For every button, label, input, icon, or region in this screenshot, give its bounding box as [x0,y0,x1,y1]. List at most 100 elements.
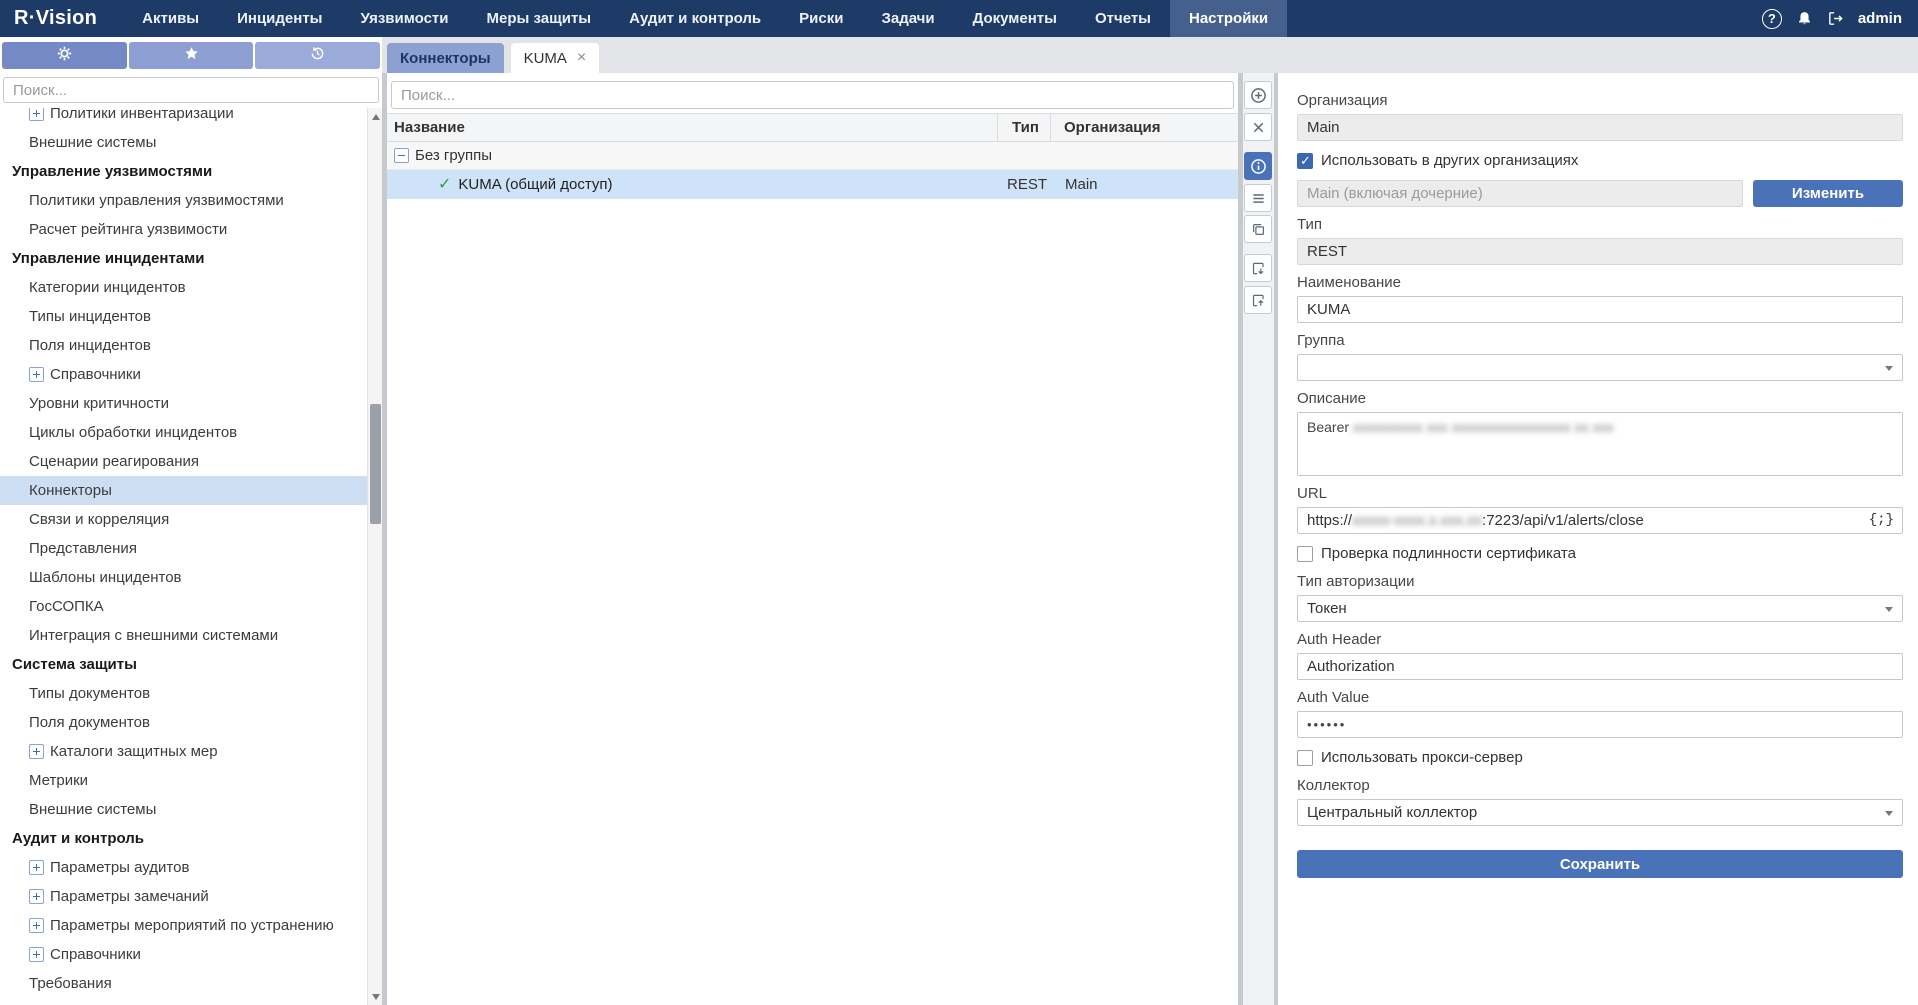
scroll-thumb[interactable] [370,404,381,524]
sidebar-item-24[interactable]: Внешние системы [0,795,367,824]
sidebar-item-8[interactable]: Поля инцидентов [0,331,367,360]
sidebar-item-21[interactable]: Поля документов [0,708,367,737]
nav-item-6[interactable]: Задачи [862,0,953,37]
expand-plus-icon[interactable] [29,947,44,962]
sidebar-item-27[interactable]: Параметры замечаний [0,882,367,911]
sidebar-item-9[interactable]: Справочники [0,360,367,389]
sidebar-item-label: Поля документов [29,714,150,731]
sidebar-item-23[interactable]: Метрики [0,766,367,795]
sidebar-item-3[interactable]: Политики управления уязвимостями [0,186,367,215]
settings-sidebar: Политики инвентаризацииВнешние системыУп… [0,37,382,1005]
sidebar-item-29[interactable]: Справочники [0,940,367,969]
logout-icon[interactable] [1827,10,1844,27]
collector-select[interactable]: Центральный коллектор [1297,799,1903,826]
expand-plus-icon[interactable] [29,918,44,933]
proxy-checkbox[interactable]: Использовать прокси-сервер [1297,749,1903,766]
sidebar-item-connectors[interactable]: Коннекторы [0,476,367,505]
sidebar-item-14[interactable]: Связи и корреляция [0,505,367,534]
sidebar-item-7[interactable]: Типы инцидентов [0,302,367,331]
sidebar-item-18[interactable]: Интеграция с внешними системами [0,621,367,650]
auth-value-input[interactable] [1297,711,1903,738]
help-icon[interactable]: ? [1762,9,1782,29]
description-textarea[interactable]: Bearer xxxxxxxxxx xxx xxxxxxxxxxxxxxxxx … [1297,412,1903,476]
paste-down-button[interactable] [1244,254,1272,282]
sidebar-item-20[interactable]: Типы документов [0,679,367,708]
column-header-type[interactable]: Тип [997,114,1050,141]
sidebar-item-26[interactable]: Параметры аудитов [0,853,367,882]
table-group-row[interactable]: Без группы [387,142,1238,170]
column-header-org[interactable]: Организация [1050,114,1238,141]
sidebar-item-4[interactable]: Расчет рейтинга уязвимости [0,215,367,244]
sidebar-item-11[interactable]: Циклы обработки инцидентов [0,418,367,447]
scroll-up-icon[interactable] [368,109,383,124]
expand-plus-icon[interactable] [29,860,44,875]
change-org-button[interactable]: Изменить [1753,180,1903,207]
nav-item-7[interactable]: Документы [954,0,1076,37]
gear-icon [57,46,72,65]
sidebar-item-15[interactable]: Представления [0,534,367,563]
list-button[interactable] [1244,184,1272,212]
expand-plus-icon[interactable] [29,367,44,382]
sidebar-item-label: Сценарии реагирования [29,453,199,470]
copy-button[interactable] [1244,215,1272,243]
sidebar-item-22[interactable]: Каталоги защитных мер [0,737,367,766]
sidebar-search-input[interactable] [3,77,379,103]
nav-item-0[interactable]: Активы [123,0,218,37]
sidebar-item-6[interactable]: Категории инцидентов [0,273,367,302]
connectors-search-input[interactable] [391,81,1234,109]
sidebar-item-label: Шаблоны инцидентов [29,569,182,586]
scroll-down-icon[interactable] [368,989,383,1004]
expand-plus-icon[interactable] [29,108,44,121]
tab-connectors[interactable]: Коннекторы [387,43,504,73]
nav-item-1[interactable]: Инциденты [218,0,341,37]
collapse-minus-icon[interactable] [394,148,409,163]
sidebar-item-1[interactable]: Внешние системы [0,128,367,157]
name-input[interactable] [1297,296,1903,323]
share-org-checkbox[interactable]: Использовать в других организациях [1297,152,1903,169]
sidebar-tab-history[interactable] [255,42,380,69]
expand-plus-icon[interactable] [29,744,44,759]
sidebar-item-label: Связи и корреляция [29,511,169,528]
checkbox-icon[interactable] [1297,546,1313,562]
nav-item-settings[interactable]: Настройки [1170,0,1287,37]
table-row[interactable]: ✓KUMA (общий доступ)RESTMain [387,170,1238,199]
sidebar-tab-star[interactable] [129,42,254,69]
nav-item-2[interactable]: Уязвимости [341,0,467,37]
tab-label: KUMA [524,50,567,67]
template-vars-icon[interactable]: {;} [1869,508,1894,533]
info-button[interactable] [1244,152,1272,180]
sidebar-item-10[interactable]: Уровни критичности [0,389,367,418]
tab-kuma[interactable]: KUMA × [511,43,600,73]
cert-verify-checkbox[interactable]: Проверка подлинности сертификата [1297,545,1903,562]
nav-item-5[interactable]: Риски [780,0,862,37]
sidebar-item-30[interactable]: Требования [0,969,367,998]
close-button[interactable] [1244,113,1272,141]
checkbox-icon[interactable] [1297,750,1313,766]
auth-type-select[interactable]: Токен [1297,595,1903,622]
expand-plus-icon[interactable] [29,889,44,904]
url-input[interactable]: https://xxxxx-xxxx.x.xxx.xx:7223/api/v1/… [1297,507,1903,534]
column-header-name[interactable]: Название [387,119,997,136]
save-button[interactable]: Сохранить [1297,850,1903,878]
notifications-bell-icon[interactable] [1796,10,1813,27]
description-visible: Bearer [1307,419,1349,435]
connector-details-panel: Организация Main Использовать в других о… [1278,73,1918,1005]
sidebar-item-16[interactable]: Шаблоны инцидентов [0,563,367,592]
sidebar-scrollbar[interactable] [367,108,382,1005]
sidebar-item-28[interactable]: Параметры мероприятий по устранению [0,911,367,940]
paste-up-button[interactable] [1244,286,1272,314]
close-tab-icon[interactable]: × [577,50,586,66]
checkbox-icon[interactable] [1297,153,1313,169]
sidebar-item-0[interactable]: Политики инвентаризации [0,108,367,128]
add-circle-button[interactable] [1244,81,1272,109]
auth-type-label: Тип авторизации [1297,573,1903,590]
sidebar-item-17[interactable]: ГосСОПКА [0,592,367,621]
nav-item-3[interactable]: Меры защиты [468,0,611,37]
sidebar-tab-gear[interactable] [2,42,127,69]
sidebar-item-12[interactable]: Сценарии реагирования [0,447,367,476]
nav-item-4[interactable]: Аудит и контроль [610,0,780,37]
group-select[interactable] [1297,354,1903,381]
auth-header-input[interactable] [1297,653,1903,680]
nav-item-8[interactable]: Отчеты [1076,0,1170,37]
connectors-panel: Название Тип Организация Без группы✓KUMA… [387,73,1238,1005]
